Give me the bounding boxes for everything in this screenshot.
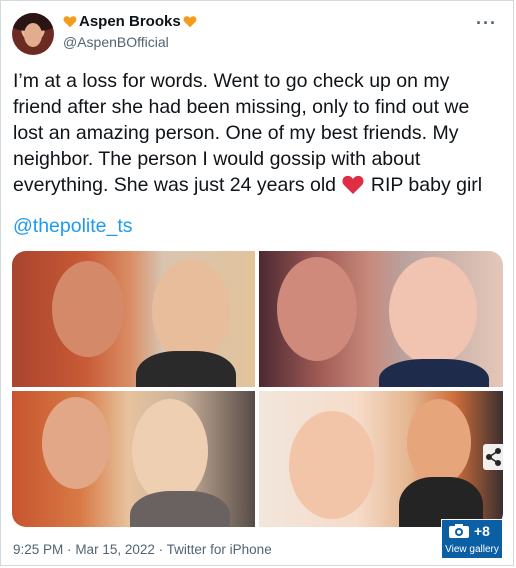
tweet-meta: 9:25 PM · Mar 15, 2022 · Twitter for iPh… bbox=[13, 542, 272, 557]
gallery-count: +8 bbox=[474, 523, 490, 539]
tweet-text: I’m at a loss for words. Went to go chec… bbox=[13, 68, 503, 198]
more-options-icon[interactable]: ··· bbox=[476, 13, 497, 34]
photo-2[interactable] bbox=[259, 251, 503, 387]
photo-4[interactable] bbox=[259, 391, 503, 527]
photo-3[interactable] bbox=[12, 391, 255, 527]
photo-1[interactable] bbox=[12, 251, 255, 387]
author-handle[interactable]: @AspenBOfficial bbox=[63, 34, 169, 50]
orange-heart-icon bbox=[63, 16, 77, 28]
red-heart-icon bbox=[342, 175, 364, 195]
camera-icon bbox=[449, 524, 469, 538]
tweet-card: Aspen Brooks @AspenBOfficial ··· I’m at … bbox=[0, 0, 514, 566]
share-button[interactable] bbox=[483, 444, 505, 470]
share-icon bbox=[486, 448, 501, 466]
meta-separator: · bbox=[67, 542, 72, 557]
gallery-label: View gallery bbox=[445, 544, 499, 555]
view-gallery-button[interactable]: +8 View gallery bbox=[441, 519, 503, 559]
author-name-row[interactable]: Aspen Brooks bbox=[63, 13, 197, 30]
mention-link[interactable]: @thepolite_ts bbox=[13, 215, 133, 238]
tweet-text-end: RIP baby girl bbox=[365, 174, 483, 196]
tweet-source[interactable]: Twitter for iPhone bbox=[167, 542, 272, 557]
orange-heart-icon bbox=[183, 16, 197, 28]
meta-separator: · bbox=[158, 542, 164, 557]
photo-grid bbox=[12, 251, 503, 527]
tweet-date[interactable]: Mar 15, 2022 bbox=[75, 542, 155, 557]
avatar[interactable] bbox=[12, 13, 54, 55]
author-name: Aspen Brooks bbox=[79, 13, 181, 30]
tweet-time[interactable]: 9:25 PM bbox=[13, 542, 63, 557]
